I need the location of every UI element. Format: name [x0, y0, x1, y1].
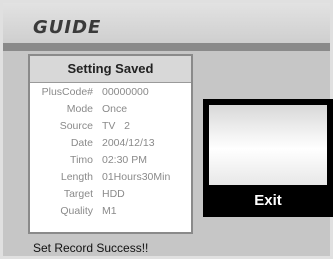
row-value: M1: [102, 205, 117, 217]
exit-button[interactable]: Exit: [209, 189, 327, 213]
row-time: Timo 02:30 PM: [30, 152, 191, 169]
row-length: Length 01Hours30Min: [30, 169, 191, 186]
status-message: Set Record Success!!: [33, 241, 149, 255]
preview-panel: Exit: [203, 99, 333, 217]
row-quality: Quality M1: [30, 203, 191, 220]
row-source: Source TV 2: [30, 118, 191, 135]
dialog-title: Setting Saved: [30, 56, 191, 83]
row-target: Target HDD: [30, 186, 191, 203]
row-value: HDD: [102, 188, 125, 200]
row-label: Target: [63, 188, 93, 200]
row-value: 2004/12/13: [102, 137, 155, 149]
row-label: Mode: [66, 103, 93, 115]
header: GUIDE: [3, 3, 330, 43]
row-label: Timo: [70, 154, 93, 166]
row-value: Once: [102, 103, 128, 115]
row-label: PlusCode#: [41, 86, 93, 98]
row-label: Source: [59, 120, 93, 132]
row-value: 02:30 PM: [102, 154, 147, 166]
row-value: 01Hours30Min: [102, 171, 171, 183]
guide-screen: GUIDE Setting Saved PlusCode# 00000000 M…: [0, 0, 333, 259]
header-divider: [3, 43, 330, 51]
row-mode: Mode Once: [30, 101, 191, 118]
setting-saved-dialog: Setting Saved PlusCode# 00000000 Mode On…: [28, 54, 193, 234]
row-pluscode: PlusCode# 00000000: [30, 84, 191, 101]
row-value: TV 2: [102, 120, 131, 132]
row-value: 00000000: [102, 86, 149, 98]
video-preview: [209, 105, 327, 185]
row-label: Length: [60, 171, 93, 183]
page-title: GUIDE: [33, 17, 102, 38]
row-label: Quality: [60, 205, 93, 217]
row-date: Date 2004/12/13: [30, 135, 191, 152]
settings-list: PlusCode# 00000000 Mode Once Source TV 2…: [30, 84, 191, 220]
status-bar: Set Record Success!!: [3, 238, 330, 256]
row-label: Date: [70, 137, 93, 149]
